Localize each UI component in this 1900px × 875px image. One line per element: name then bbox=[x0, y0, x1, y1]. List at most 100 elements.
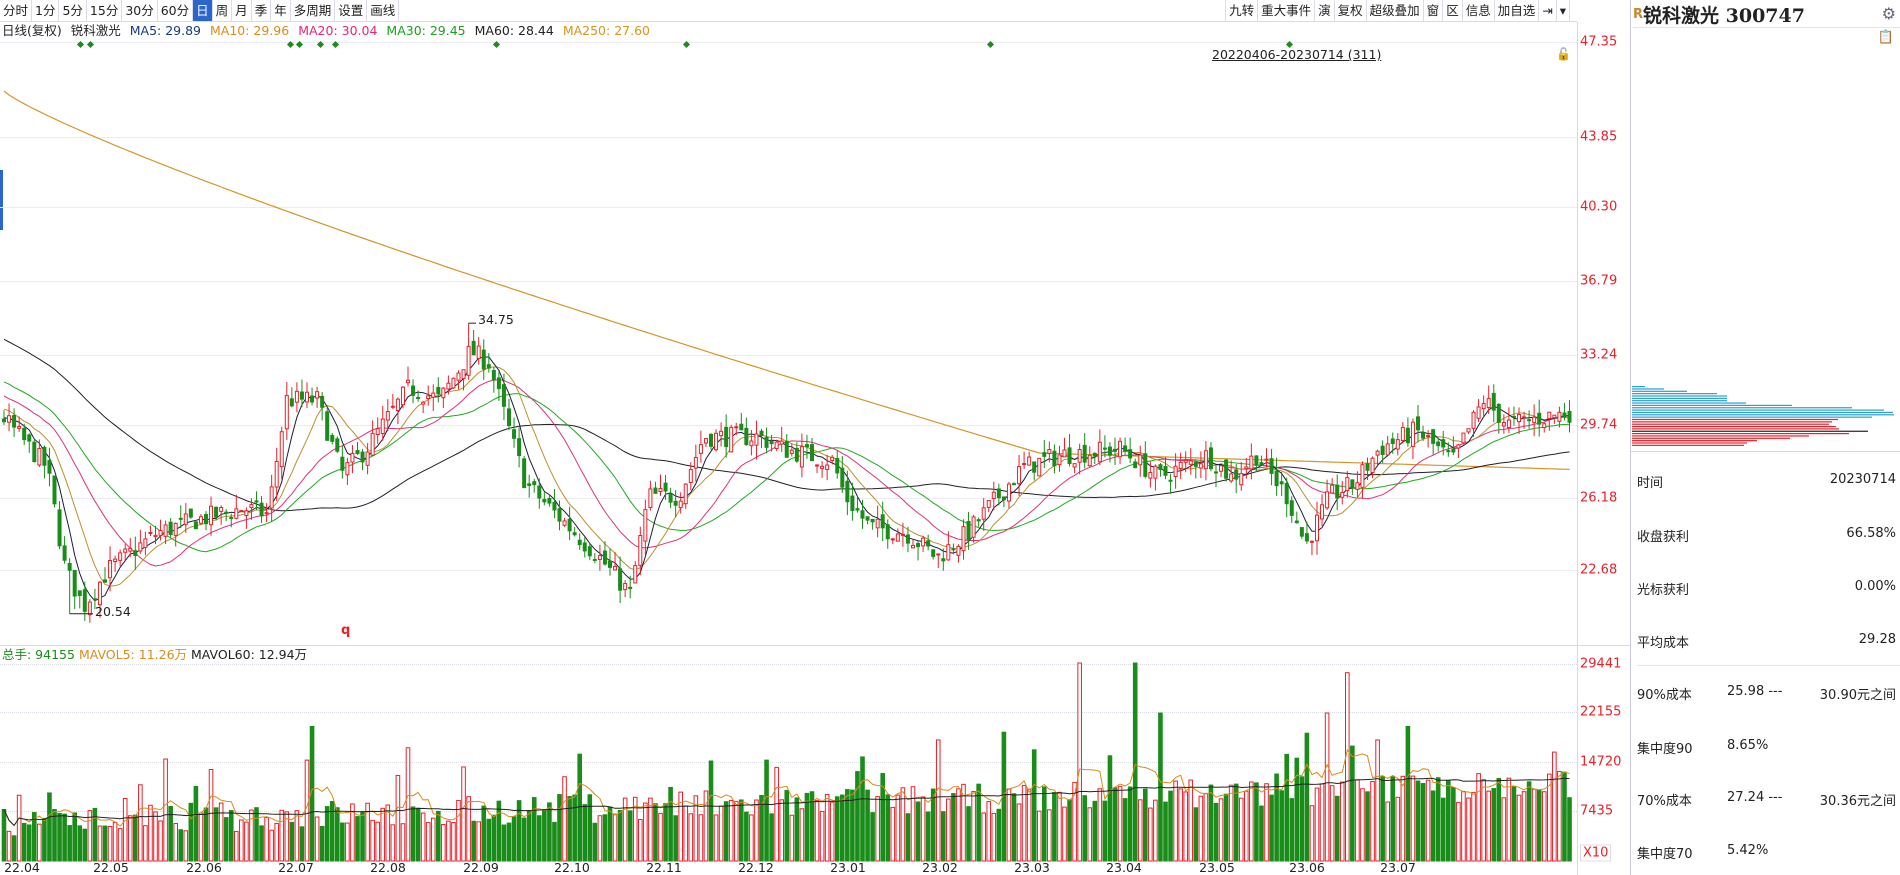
candle bbox=[1118, 437, 1123, 464]
candle bbox=[1299, 526, 1304, 539]
candle bbox=[1496, 402, 1501, 434]
volume-tick: 7435 bbox=[1580, 803, 1614, 819]
volume-bar bbox=[1360, 788, 1365, 862]
mavol60-value: MAVOL60: 12.94万 bbox=[191, 647, 308, 662]
chip-bar-lower bbox=[1632, 418, 1838, 421]
candle bbox=[1466, 428, 1471, 434]
volume-bar bbox=[829, 801, 835, 862]
volume-bar bbox=[26, 824, 32, 862]
volume-bar bbox=[1547, 773, 1552, 862]
volume-bar bbox=[446, 820, 451, 862]
volume-bar bbox=[860, 756, 865, 862]
volume-bar bbox=[749, 814, 754, 862]
candle bbox=[305, 382, 309, 409]
volume-bar bbox=[1511, 786, 1517, 862]
date-tick: 23.07 bbox=[1380, 860, 1416, 875]
gear-icon[interactable]: ⚙ bbox=[1882, 4, 1896, 23]
notes-icon[interactable]: 📋 bbox=[1878, 30, 1894, 45]
candle bbox=[875, 505, 880, 538]
candle bbox=[709, 432, 713, 450]
volume-bar bbox=[471, 820, 476, 862]
volume-bar bbox=[612, 813, 618, 862]
volume-bar bbox=[1208, 784, 1214, 862]
volume-bar bbox=[254, 807, 259, 862]
chip-bar-upper bbox=[1632, 393, 1717, 395]
volume-bar bbox=[107, 826, 113, 862]
signal-diamond bbox=[295, 40, 304, 49]
volume-bar bbox=[183, 830, 189, 862]
volume-bar bbox=[627, 810, 633, 862]
candle bbox=[269, 474, 274, 523]
candle bbox=[1476, 399, 1481, 423]
chip-bar-lower bbox=[1632, 425, 1836, 428]
volume-bar bbox=[1249, 781, 1254, 862]
cost-row: 90%成本 25.98 --- 30.90元之间 bbox=[1637, 684, 1896, 703]
volume-bar bbox=[814, 800, 820, 862]
signal-diamond bbox=[76, 40, 85, 49]
volume-bar bbox=[299, 826, 305, 862]
candle bbox=[1385, 435, 1390, 456]
candle bbox=[587, 542, 592, 561]
volume-bar bbox=[1446, 779, 1451, 862]
volume-bar bbox=[1052, 792, 1057, 862]
stat-row: 光标获利 0.00% bbox=[1637, 579, 1896, 598]
volume-bar bbox=[410, 806, 416, 862]
chip-bar-lower bbox=[1632, 428, 1839, 430]
date-tick: 22.05 bbox=[93, 860, 129, 875]
volume-bar bbox=[1036, 810, 1042, 862]
axis-divider bbox=[1577, 22, 1578, 875]
chip-bar-lower bbox=[1632, 437, 1790, 439]
candle bbox=[729, 424, 734, 453]
candle bbox=[1057, 445, 1062, 472]
volume-bar bbox=[57, 812, 62, 862]
volume-bar bbox=[683, 805, 689, 862]
volume-bar bbox=[1481, 779, 1486, 862]
volume-bar bbox=[1531, 788, 1537, 862]
volume-bar bbox=[1264, 783, 1269, 862]
volume-bar bbox=[516, 800, 522, 862]
candle bbox=[168, 518, 173, 538]
volume-bar bbox=[1153, 799, 1158, 862]
volume-bar bbox=[52, 809, 57, 862]
candle bbox=[895, 528, 900, 542]
volume-bar bbox=[951, 793, 956, 862]
candle bbox=[562, 517, 567, 527]
candle bbox=[1001, 496, 1006, 508]
cost-label: 集中度90 bbox=[1637, 742, 1693, 757]
candle bbox=[532, 478, 537, 493]
stats-divider bbox=[1637, 665, 1900, 666]
volume-bar bbox=[698, 814, 704, 862]
candle bbox=[264, 503, 269, 523]
volume-bar bbox=[82, 828, 88, 862]
candle bbox=[572, 527, 577, 537]
candle bbox=[693, 444, 698, 482]
kline-chart[interactable] bbox=[0, 0, 1577, 875]
candle bbox=[1461, 432, 1466, 445]
volume-bar bbox=[885, 794, 891, 862]
signal-diamond bbox=[86, 40, 95, 49]
total-volume: 总手: 94155 bbox=[2, 647, 75, 662]
volume-bar bbox=[97, 825, 103, 862]
stat-row: 收盘获利 66.58% bbox=[1637, 526, 1896, 545]
candle bbox=[118, 549, 123, 567]
volume-bar bbox=[1006, 788, 1012, 862]
volume-bar bbox=[249, 809, 254, 862]
candle bbox=[820, 461, 825, 478]
volume-bar bbox=[688, 813, 694, 862]
candle bbox=[456, 370, 461, 390]
candle bbox=[67, 558, 72, 614]
volume-bar bbox=[395, 774, 401, 862]
mavol5-value: MAVOL5: 11.26万 bbox=[78, 647, 188, 662]
chip-bar-lower bbox=[1632, 440, 1757, 442]
candle bbox=[1330, 478, 1335, 494]
cost-label: 集中度70 bbox=[1637, 847, 1693, 862]
volume-bar bbox=[920, 796, 926, 862]
candle bbox=[239, 510, 244, 513]
candle bbox=[719, 422, 724, 447]
candle bbox=[178, 505, 183, 529]
volume-bar bbox=[1047, 809, 1052, 862]
candle bbox=[1022, 451, 1027, 470]
volume-bar bbox=[451, 822, 456, 862]
volume-bar bbox=[213, 807, 219, 862]
volume-bar bbox=[259, 825, 264, 862]
